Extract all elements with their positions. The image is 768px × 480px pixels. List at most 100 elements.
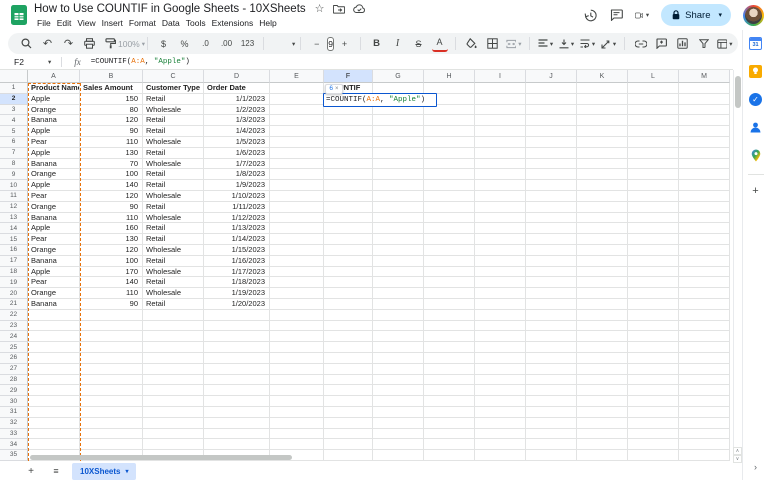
cell-I9[interactable]	[475, 169, 526, 181]
cell-J32[interactable]	[526, 417, 577, 429]
cell-B30[interactable]	[80, 396, 143, 407]
cell-L14[interactable]	[628, 223, 679, 235]
cell-G7[interactable]	[373, 147, 424, 159]
cell-A18[interactable]: Apple	[28, 266, 80, 278]
sheet-tab-caret-icon[interactable]: ▾	[125, 468, 128, 475]
cell-M17[interactable]	[679, 255, 730, 267]
vertical-scrollbar-thumb[interactable]	[735, 76, 741, 108]
cell-J20[interactable]	[526, 288, 577, 299]
cell-L26[interactable]	[628, 352, 679, 364]
cell-C33[interactable]	[143, 428, 204, 440]
cell-L1[interactable]	[628, 83, 679, 94]
row-header-7[interactable]: 7	[0, 147, 28, 159]
spreadsheet-grid[interactable]: ABCDEFGHIJKLM 1 Product Name Sales Amount C…	[0, 70, 733, 462]
cell-D31[interactable]	[204, 406, 270, 418]
cell-H16[interactable]	[424, 244, 475, 256]
row-header-28[interactable]: 28	[0, 374, 28, 386]
cell-K26[interactable]	[577, 352, 628, 364]
cell-L24[interactable]	[628, 331, 679, 343]
insert-link-icon[interactable]	[633, 35, 649, 52]
cell-C22[interactable]	[143, 309, 204, 321]
cell-B5[interactable]: 90	[80, 126, 143, 137]
cell-L6[interactable]	[628, 136, 679, 148]
cell-J12[interactable]	[526, 201, 577, 213]
cell-I20[interactable]	[475, 288, 526, 299]
cell-E11[interactable]	[270, 190, 324, 202]
cell-E21[interactable]	[270, 298, 324, 310]
cell-M24[interactable]	[679, 331, 730, 343]
cell-M29[interactable]	[679, 385, 730, 397]
cell-J15[interactable]	[526, 234, 577, 245]
cell-E14[interactable]	[270, 223, 324, 235]
avatar[interactable]	[743, 4, 764, 26]
cell-A26[interactable]	[28, 352, 80, 364]
cell-F16[interactable]	[324, 244, 373, 256]
cell-B22[interactable]	[80, 309, 143, 321]
cell-C7[interactable]: Retail	[143, 147, 204, 159]
cell-L33[interactable]	[628, 428, 679, 440]
formula-input[interactable]: =COUNTIF(A:A, "Apple")	[91, 58, 190, 66]
redo-icon[interactable]: ↷	[61, 35, 77, 52]
cell-K16[interactable]	[577, 244, 628, 256]
cell-E32[interactable]	[270, 417, 324, 429]
cell-L27[interactable]	[628, 363, 679, 375]
cell-B27[interactable]	[80, 363, 143, 375]
cell-G21[interactable]	[373, 298, 424, 310]
cell-J19[interactable]	[526, 277, 577, 289]
menu-insert[interactable]: Insert	[99, 17, 126, 29]
cell-J21[interactable]	[526, 298, 577, 310]
cell-D13[interactable]: 1/12/2023	[204, 212, 270, 224]
cell-K12[interactable]	[577, 201, 628, 213]
cell-M25[interactable]	[679, 342, 730, 353]
cell-A28[interactable]	[28, 374, 80, 386]
cell-I14[interactable]	[475, 223, 526, 235]
cell-M12[interactable]	[679, 201, 730, 213]
cell-L30[interactable]	[628, 396, 679, 407]
cell-C2[interactable]: Retail	[143, 93, 204, 105]
cell-B10[interactable]: 140	[80, 180, 143, 191]
cell-E12[interactable]	[270, 201, 324, 213]
cell-F31[interactable]	[324, 406, 373, 418]
cell-F7[interactable]	[324, 147, 373, 159]
cell-F18[interactable]	[324, 266, 373, 278]
keep-icon[interactable]	[749, 64, 763, 78]
column-header-L[interactable]: L	[628, 70, 679, 83]
cell-D8[interactable]: 1/7/2023	[204, 158, 270, 170]
cell-F26[interactable]	[324, 352, 373, 364]
cell-C14[interactable]: Retail	[143, 223, 204, 235]
cell-J31[interactable]	[526, 406, 577, 418]
document-title[interactable]: How to Use COUNTIF in Google Sheets - 10…	[34, 3, 306, 15]
cell-C15[interactable]: Retail	[143, 234, 204, 245]
row-header-4[interactable]: 4	[0, 115, 28, 127]
cell-C16[interactable]: Wholesale	[143, 244, 204, 256]
cell-K9[interactable]	[577, 169, 628, 181]
column-header-E[interactable]: E	[270, 70, 324, 83]
cell-J1[interactable]	[526, 83, 577, 94]
cell-D27[interactable]	[204, 363, 270, 375]
cell-E4[interactable]	[270, 115, 324, 127]
cell-F21[interactable]	[324, 298, 373, 310]
cell-B20[interactable]: 110	[80, 288, 143, 299]
cell-B33[interactable]	[80, 428, 143, 440]
cell-A30[interactable]	[28, 396, 80, 407]
cell-A3[interactable]: Orange	[28, 104, 80, 116]
cell-H31[interactable]	[424, 406, 475, 418]
cell-K19[interactable]	[577, 277, 628, 289]
cell-F9[interactable]	[324, 169, 373, 181]
cell-C27[interactable]	[143, 363, 204, 375]
more-formats-icon[interactable]: 123	[240, 35, 256, 52]
cell-B21[interactable]: 90	[80, 298, 143, 310]
menu-data[interactable]: Data	[159, 17, 183, 29]
cell-L28[interactable]	[628, 374, 679, 386]
cell-M14[interactable]	[679, 223, 730, 235]
row-header-16[interactable]: 16	[0, 244, 28, 256]
cell-J3[interactable]	[526, 104, 577, 116]
row-header-12[interactable]: 12	[0, 201, 28, 213]
cell-L3[interactable]	[628, 104, 679, 116]
cell-G24[interactable]	[373, 331, 424, 343]
cell-H7[interactable]	[424, 147, 475, 159]
column-header-H[interactable]: H	[424, 70, 475, 83]
cell-D1[interactable]: Order Date	[204, 83, 270, 94]
cell-L2[interactable]	[628, 93, 679, 105]
cell-I19[interactable]	[475, 277, 526, 289]
